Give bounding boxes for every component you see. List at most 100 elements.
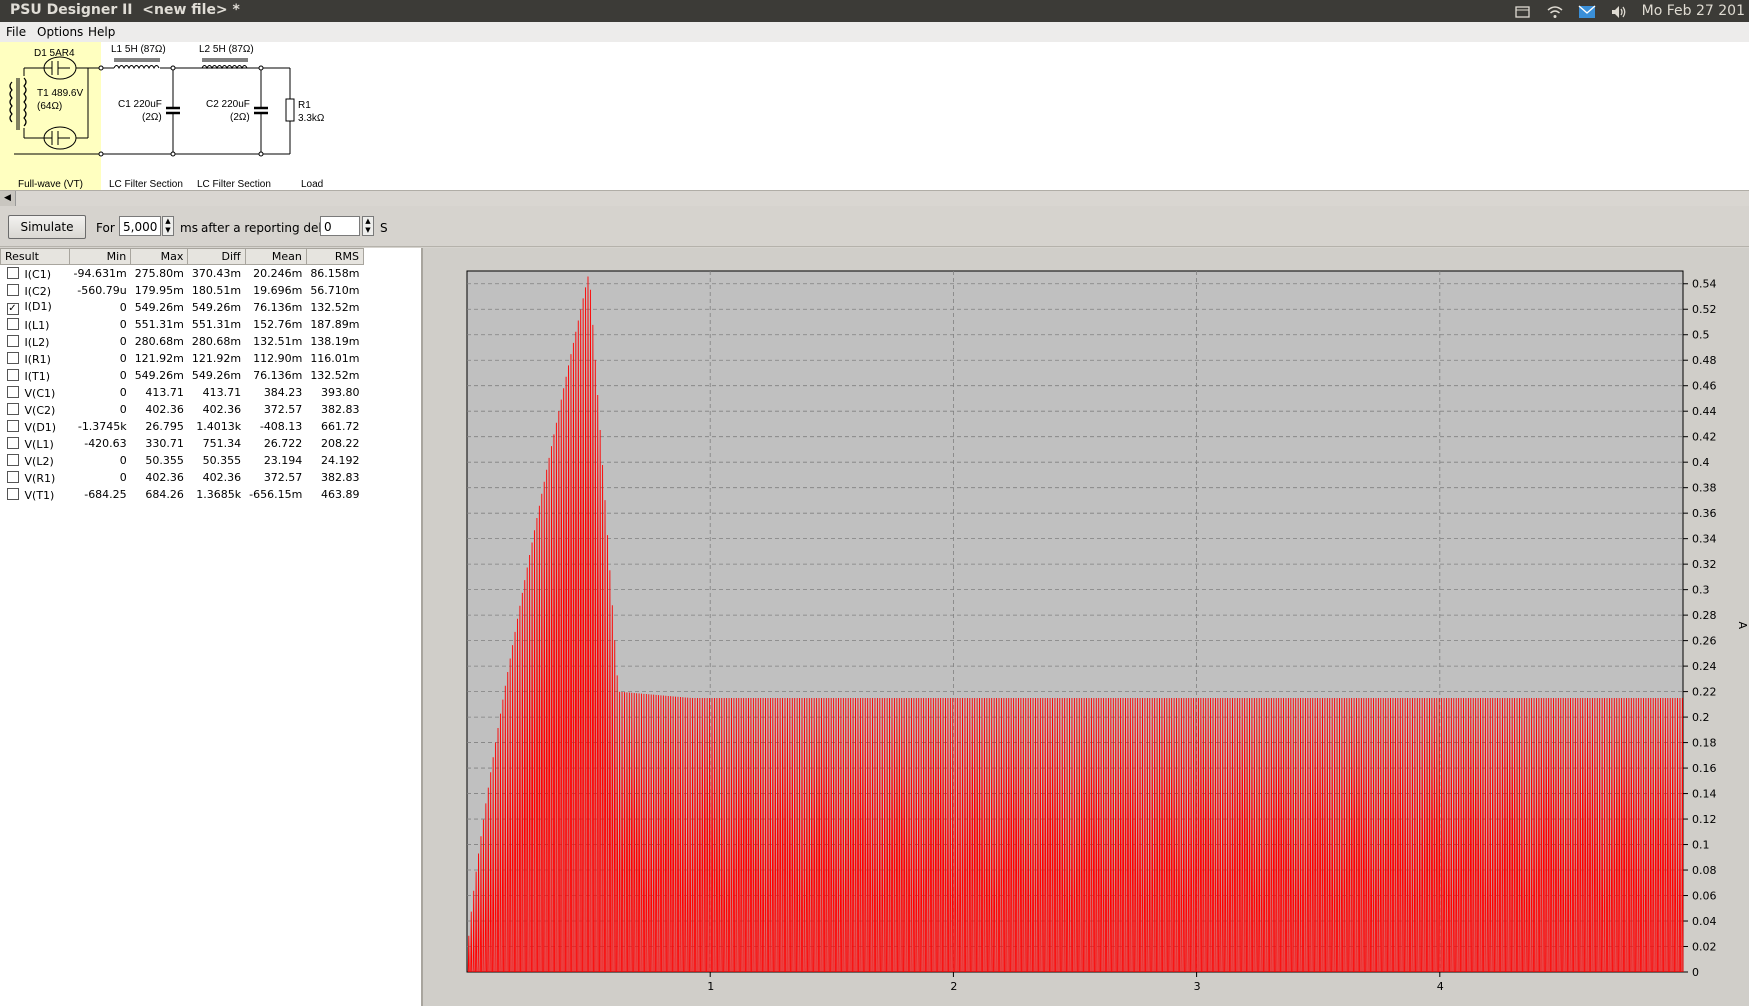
mail-icon[interactable] [1578, 4, 1596, 18]
y-tick-label: 0.44 [1692, 405, 1717, 418]
results-body: I(C1) -94.631m 275.80m 370.43m 20.246m 86.158… [1, 265, 364, 504]
result-mean-cell: 372.57 [263, 403, 303, 416]
result-checkbox[interactable] [6, 351, 19, 364]
y-tick-label: 0.04 [1692, 915, 1717, 928]
lc-section-1-label: LC Filter Section [109, 179, 183, 190]
junction-dots [98, 65, 264, 157]
result-max-cell: 50.355 [145, 454, 184, 467]
table-row[interactable]: I(T1) 0 549.26m 549.26m 76.136m 132.52m [1, 367, 364, 384]
c2-label: C2 220uF [206, 99, 250, 110]
rectifier-section-highlight[interactable] [0, 42, 101, 190]
result-checkbox[interactable]: ✓ [6, 303, 19, 315]
result-min-cell: 0 [119, 352, 127, 365]
inductor-l2-symbol[interactable] [201, 58, 248, 70]
capacitor-c1-symbol[interactable] [166, 68, 180, 154]
y-tick-label: 0.14 [1692, 788, 1717, 801]
simulate-button[interactable]: Simulate [8, 215, 86, 239]
scroll-left-arrow-icon[interactable]: ◀ [0, 191, 16, 206]
table-row[interactable]: V(L1) -420.63 330.71 751.34 26.722 208.22 [1, 435, 364, 452]
result-mean-cell: 76.136m [253, 369, 303, 382]
table-row[interactable]: I(R1) 0 121.92m 121.92m 112.90m 116.01m [1, 350, 364, 367]
table-row[interactable]: V(C2) 0 402.36 402.36 372.57 382.83 [1, 401, 364, 418]
transformer-resistance: (64Ω) [37, 101, 62, 112]
c1-resistance: (2Ω) [142, 112, 162, 123]
window-icon[interactable] [1514, 4, 1532, 18]
result-rms-cell: 116.01m [310, 352, 360, 365]
result-diff-cell: 549.26m [191, 301, 242, 314]
result-diff-cell: 549.26m [191, 369, 242, 382]
table-row[interactable]: I(L1) 0 551.31m 551.31m 152.76m 187.89m [1, 316, 364, 333]
header-rms[interactable]: RMS [305, 248, 365, 265]
volume-icon[interactable] [1610, 4, 1628, 18]
capacitor-c2-symbol[interactable] [254, 68, 268, 154]
result-name-cell: V(L2) [1, 452, 70, 469]
table-row[interactable]: I(L2) 0 280.68m 280.68m 132.51m 138.19m [1, 333, 364, 350]
header-max[interactable]: Max [130, 248, 189, 265]
menu-help[interactable]: Help [88, 25, 115, 39]
table-row[interactable]: I(C2) -560.79u 179.95m 180.51m 19.696m 56.710… [1, 282, 364, 299]
chart-panel: 0 0.02 0.04 0.06 0.08 0.1 0.12 0.14 0.16 0.18 0.2 0… [423, 248, 1749, 1006]
result-rms-cell: 208.22 [321, 437, 360, 450]
result-checkbox[interactable] [6, 283, 19, 296]
header-result[interactable]: Result [0, 248, 70, 265]
table-row[interactable]: V(T1) -684.25 684.26 1.3685k -656.15m 463.89 [1, 486, 364, 503]
result-mean-cell: 76.136m [253, 301, 303, 314]
y-tick-label: 0.4 [1692, 456, 1710, 469]
result-checkbox[interactable] [6, 317, 19, 330]
inductor-l1-symbol[interactable] [113, 58, 160, 70]
table-row[interactable]: ✓ I(D1) 0 549.26m 549.26m 76.136m 132.52m [1, 299, 364, 316]
result-rms-cell: 382.83 [321, 471, 360, 484]
c1-label: C1 220uF [118, 99, 162, 110]
y-tick-label: 0.3 [1692, 584, 1710, 597]
result-diff-cell: 180.51m [191, 284, 242, 297]
x-tick-label: 2 [950, 980, 957, 993]
result-checkbox[interactable] [6, 419, 19, 432]
simulation-toolbar: Simulate For 5,000 ▲ ▼ ms after a reporti… [0, 206, 1749, 247]
waveform-chart[interactable]: 0 0.02 0.04 0.06 0.08 0.1 0.12 0.14 0.16 0.18 0.2 0… [423, 248, 1749, 1006]
menu-options[interactable]: Options [37, 25, 83, 39]
delay-input[interactable]: 0 [320, 216, 360, 236]
result-checkbox[interactable] [6, 266, 19, 279]
result-max-cell: 551.31m [134, 318, 184, 331]
menu-file[interactable]: File [6, 25, 26, 39]
result-checkbox[interactable] [6, 334, 19, 347]
y-tick-label: 0.36 [1692, 507, 1717, 520]
result-name: V(C2) [24, 403, 56, 417]
table-row[interactable]: I(C1) -94.631m 275.80m 370.43m 20.246m 86.158… [1, 265, 364, 283]
header-diff[interactable]: Diff [187, 248, 246, 265]
result-checkbox[interactable] [6, 368, 19, 381]
result-rms-cell: 132.52m [310, 301, 360, 314]
result-name-cell: ✓ I(D1) [1, 299, 70, 316]
y-tick-label: 0.1 [1692, 839, 1710, 852]
wifi-icon[interactable] [1546, 4, 1564, 18]
delay-stepper[interactable]: ▲ ▼ [362, 216, 374, 236]
table-row[interactable]: V(L2) 0 50.355 50.355 23.194 24.192 [1, 452, 364, 469]
result-name: I(L2) [24, 335, 50, 349]
duration-stepper[interactable]: ▲ ▼ [162, 216, 174, 236]
result-name: V(D1) [24, 420, 57, 434]
header-mean[interactable]: Mean [244, 248, 307, 265]
result-checkbox[interactable] [6, 402, 19, 415]
result-max-cell: 26.795 [145, 420, 184, 433]
result-checkbox[interactable] [6, 385, 19, 398]
result-checkbox[interactable] [6, 470, 19, 483]
schematic-horizontal-scrollbar[interactable]: ◀ [0, 190, 1749, 207]
x-tick-label: 3 [1194, 980, 1201, 993]
table-row[interactable]: V(C1) 0 413.71 413.71 384.23 393.80 [1, 384, 364, 401]
duration-input[interactable]: 5,000 [119, 216, 161, 236]
result-min-cell: 0 [119, 318, 127, 331]
result-max-cell: 280.68m [134, 335, 184, 348]
y-tick-label: 0.16 [1692, 762, 1717, 775]
result-checkbox[interactable] [6, 436, 19, 449]
result-checkbox[interactable] [6, 487, 19, 500]
header-min[interactable]: Min [68, 248, 132, 265]
resistor-r1-symbol[interactable] [285, 68, 295, 154]
table-row[interactable]: V(R1) 0 402.36 402.36 372.57 382.83 [1, 469, 364, 486]
result-checkbox[interactable] [6, 453, 19, 466]
y-tick-label: 0.06 [1692, 890, 1717, 903]
result-name-cell: I(R1) [1, 350, 70, 367]
y-tick-label: 0.46 [1692, 380, 1717, 393]
table-row[interactable]: V(D1) -1.3745k 26.795 1.4013k -408.13 661.72 [1, 418, 364, 435]
result-min-cell: 0 [119, 454, 127, 467]
for-label: For [96, 221, 115, 235]
